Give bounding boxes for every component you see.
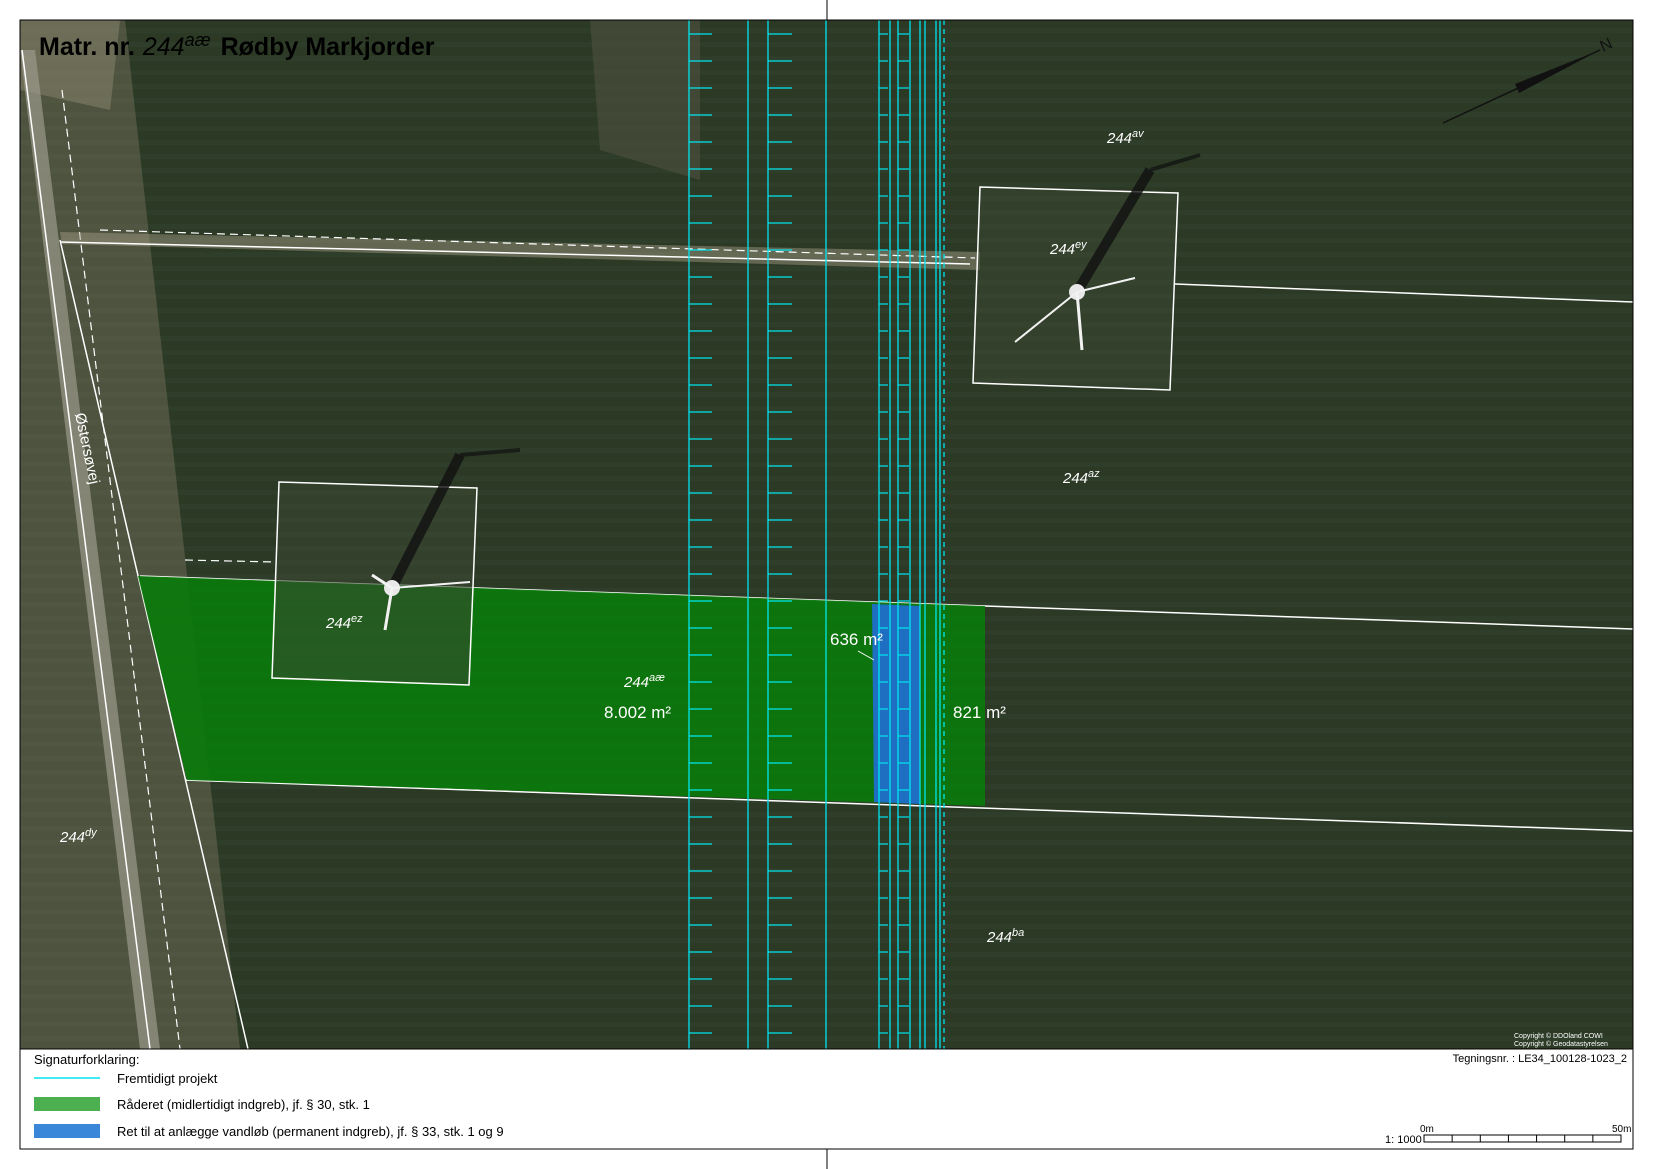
map-title: Matr. nr. 244aæ Rødby Markjorder [39, 30, 435, 61]
map-area[interactable]: 244av 244ey 244az 244ez 244aæ 244dy 244b… [20, 20, 1633, 1049]
scale-start-label: 0m [1420, 1124, 1434, 1135]
scale-ratio: 1: 1000 [1385, 1134, 1422, 1146]
legend-symbol-permanent [34, 1124, 100, 1138]
legend-symbol-temporary [34, 1097, 100, 1111]
area-label-temporary-east: 821 m² [953, 703, 1006, 722]
map-sheet: 244av 244ey 244az 244ez 244aæ 244dy 244b… [19, 0, 1634, 1169]
temporary-intervention-area[interactable] [138, 576, 985, 806]
scale-bar-frame [1423, 1134, 1622, 1143]
scale-end-label: 50m [1612, 1124, 1631, 1135]
legend-label-project: Fremtidigt projekt [117, 1071, 218, 1086]
copyright-line-2: Copyright © Geodatastyrelsen [1514, 1040, 1608, 1048]
area-label-permanent: 636 m² [830, 630, 883, 649]
area-label-temporary-west: 8.002 m² [604, 703, 671, 722]
legend-label-permanent: Ret til at anlægge vandløb (permanent in… [117, 1124, 504, 1139]
drawing-number: Tegningsnr. : LE34_100128-1023_2 [1453, 1053, 1627, 1065]
legend-heading: Signaturforklaring: [34, 1052, 140, 1067]
copyright-line-1: Copyright © DDOland COWI [1514, 1032, 1603, 1040]
legend-label-temporary: Råderet (midlertidigt indgreb), jf. § 30… [117, 1097, 370, 1112]
